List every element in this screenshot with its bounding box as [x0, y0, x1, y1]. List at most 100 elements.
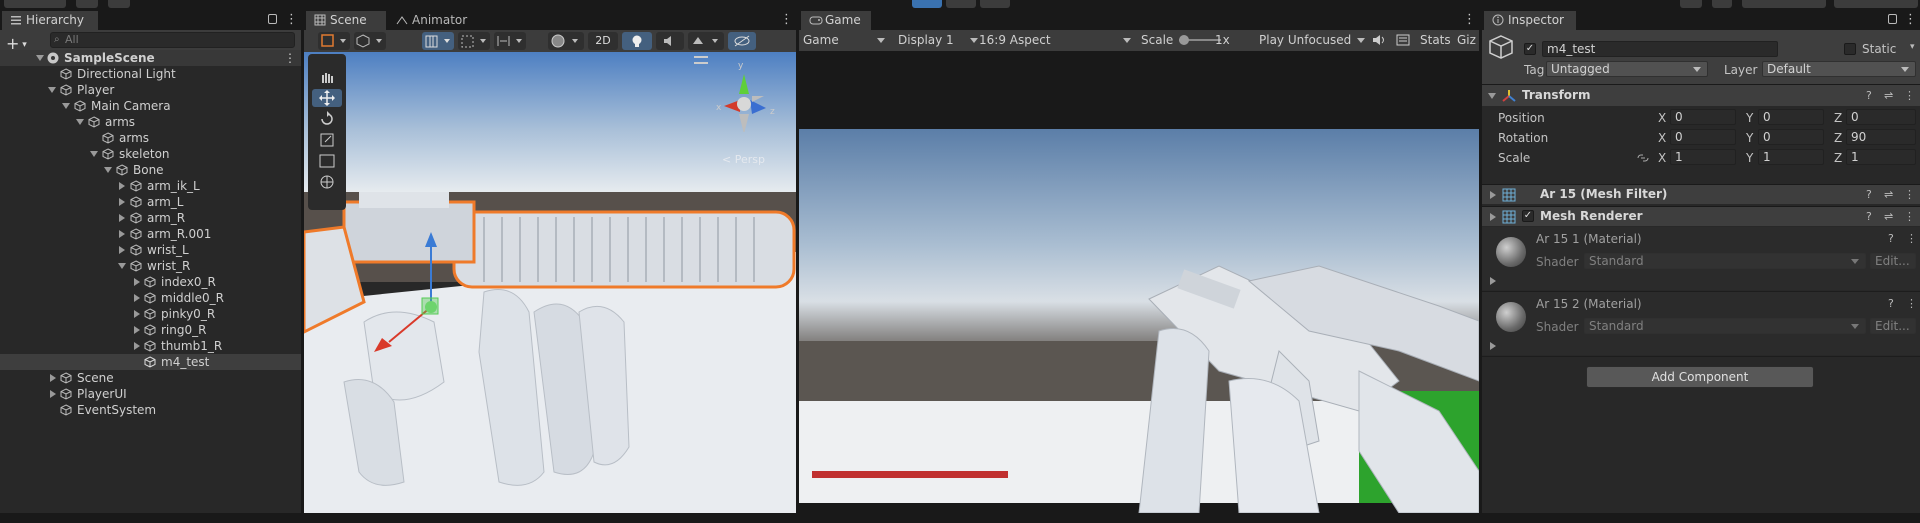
play-mode-dropdown[interactable]: Play Unfocused: [1259, 30, 1365, 51]
rotate-tool-icon[interactable]: [312, 110, 342, 128]
rotation-x-input[interactable]: 0: [1670, 129, 1736, 145]
audio-toggle[interactable]: [656, 32, 684, 50]
material-help-icon[interactable]: ?: [1888, 232, 1894, 245]
tab-game[interactable]: Game: [801, 11, 871, 30]
component-menu-icon[interactable]: ⋮: [1904, 188, 1915, 201]
component-presets-icon[interactable]: ⇌: [1884, 210, 1893, 223]
pause-button[interactable]: [946, 0, 976, 8]
collab-button[interactable]: [108, 0, 130, 8]
tree-row[interactable]: arm_ik_L: [0, 178, 301, 194]
mesh-filter-header[interactable]: Ar 15 (Mesh Filter) ? ⇌ ⋮: [1482, 184, 1920, 204]
orientation-gizmo[interactable]: y x z: [704, 56, 784, 134]
move-tool-icon[interactable]: [312, 89, 342, 107]
hidden-objects-toggle[interactable]: [728, 32, 756, 50]
link-icon[interactable]: [1636, 152, 1650, 164]
game-viewport[interactable]: [799, 51, 1479, 513]
tree-row-samplescene[interactable]: SampleScene ⋮: [0, 50, 301, 66]
tree-row[interactable]: index0_R: [0, 274, 301, 290]
mesh-renderer-header[interactable]: ✓ Mesh Renderer ? ⇌ ⋮: [1482, 206, 1920, 226]
snap-increment-dropdown[interactable]: [458, 32, 490, 50]
add-component-button[interactable]: Add Component: [1586, 366, 1814, 388]
view-dropdown[interactable]: Game: [803, 30, 889, 51]
scale-tool-icon[interactable]: [312, 131, 342, 149]
stats-button[interactable]: Stats: [1420, 30, 1451, 51]
component-help-icon[interactable]: ?: [1866, 188, 1872, 201]
rotation-z-input[interactable]: 90: [1846, 129, 1916, 145]
tree-row[interactable]: wrist_L: [0, 242, 301, 258]
scene-viewport[interactable]: y x z < Persp: [304, 52, 796, 513]
object-name-input[interactable]: m4_test: [1542, 41, 1778, 57]
scale-z-input[interactable]: 1: [1846, 149, 1916, 165]
tree-row[interactable]: arm_L: [0, 194, 301, 210]
lighting-toggle[interactable]: [622, 32, 652, 50]
rect-tool-icon[interactable]: [312, 152, 342, 170]
component-menu-icon[interactable]: ⋮: [1904, 89, 1915, 102]
lock-icon[interactable]: [268, 14, 277, 24]
shader-edit-button[interactable]: Edit...: [1870, 253, 1916, 269]
history-button[interactable]: [1680, 0, 1702, 8]
tree-row[interactable]: EventSystem: [0, 402, 301, 418]
tag-dropdown[interactable]: Untagged: [1546, 61, 1708, 77]
play-button[interactable]: [912, 0, 942, 8]
tree-row-selected[interactable]: m4_test: [0, 354, 301, 370]
tool-handle-dropdown[interactable]: [318, 32, 350, 50]
more-options-icon[interactable]: ⋮: [285, 13, 298, 26]
effects-dropdown[interactable]: [688, 32, 724, 50]
tree-row[interactable]: Player: [0, 82, 301, 98]
scale-y-input[interactable]: 1: [1758, 149, 1824, 165]
tab-hierarchy[interactable]: Hierarchy: [2, 11, 98, 30]
pivot-dropdown[interactable]: [354, 32, 386, 50]
component-menu-icon[interactable]: ⋮: [1904, 210, 1915, 223]
static-dropdown-icon[interactable]: ▾: [1910, 42, 1915, 52]
position-x-input[interactable]: 0: [1670, 109, 1736, 125]
game-options-icon[interactable]: ⋮: [1463, 13, 1476, 26]
lock-icon[interactable]: [1888, 14, 1897, 24]
scale-x-input[interactable]: 1: [1670, 149, 1736, 165]
tree-row[interactable]: PlayerUI: [0, 386, 301, 402]
step-button[interactable]: [980, 0, 1010, 8]
grid-snap-dropdown[interactable]: [422, 32, 454, 50]
display-dropdown[interactable]: Display 1: [898, 30, 978, 51]
inspector-options-icon[interactable]: ⋮: [1904, 13, 1917, 26]
search-button[interactable]: [1712, 0, 1732, 8]
tab-animator[interactable]: Animator: [388, 11, 480, 30]
cloud-button[interactable]: [76, 0, 98, 8]
transform-tool-icon[interactable]: [312, 173, 342, 191]
hierarchy-search-input[interactable]: ⌕ All: [50, 32, 295, 48]
tree-row[interactable]: thumb1_R: [0, 338, 301, 354]
hand-tool-icon[interactable]: [312, 68, 342, 86]
material-menu-icon[interactable]: ⋮: [1906, 232, 1917, 245]
persp-label[interactable]: < Persp: [722, 153, 765, 166]
tree-row[interactable]: Scene: [0, 370, 301, 386]
component-presets-icon[interactable]: ⇌: [1884, 188, 1893, 201]
scene-options-icon[interactable]: ⋮: [284, 50, 296, 66]
tree-row[interactable]: pinky0_R: [0, 306, 301, 322]
align-dropdown[interactable]: [494, 32, 526, 50]
mesh-renderer-enabled-checkbox[interactable]: ✓: [1522, 210, 1534, 222]
tree-row[interactable]: arms: [0, 130, 301, 146]
toggle-2d-button[interactable]: 2D: [588, 32, 618, 50]
shader-dropdown[interactable]: Standard: [1584, 318, 1866, 334]
shader-edit-button[interactable]: Edit...: [1870, 318, 1916, 334]
position-z-input[interactable]: 0: [1846, 109, 1916, 125]
component-help-icon[interactable]: ?: [1866, 210, 1872, 223]
component-help-icon[interactable]: ?: [1866, 89, 1872, 102]
shader-dropdown[interactable]: Standard: [1584, 253, 1866, 269]
layout-dropdown[interactable]: [1834, 0, 1918, 8]
layers-dropdown[interactable]: [1742, 0, 1826, 8]
position-y-input[interactable]: 0: [1758, 109, 1824, 125]
gizmo-menu-icon[interactable]: [694, 56, 708, 64]
material-menu-icon[interactable]: ⋮: [1906, 297, 1917, 310]
component-presets-icon[interactable]: ⇌: [1884, 89, 1893, 102]
gizmos-button[interactable]: Giz: [1457, 30, 1479, 51]
tree-row[interactable]: arm_R: [0, 210, 301, 226]
mute-audio-icon[interactable]: [1371, 30, 1387, 51]
static-checkbox[interactable]: [1844, 43, 1856, 55]
transform-header[interactable]: Transform ? ⇌ ⋮: [1482, 84, 1920, 106]
scene-options-icon[interactable]: ⋮: [780, 13, 793, 26]
tree-row[interactable]: wrist_R: [0, 258, 301, 274]
account-button[interactable]: [4, 0, 66, 8]
tree-row[interactable]: Main Camera: [0, 98, 301, 114]
tree-row[interactable]: skeleton: [0, 146, 301, 162]
tree-row[interactable]: arm_R.001: [0, 226, 301, 242]
